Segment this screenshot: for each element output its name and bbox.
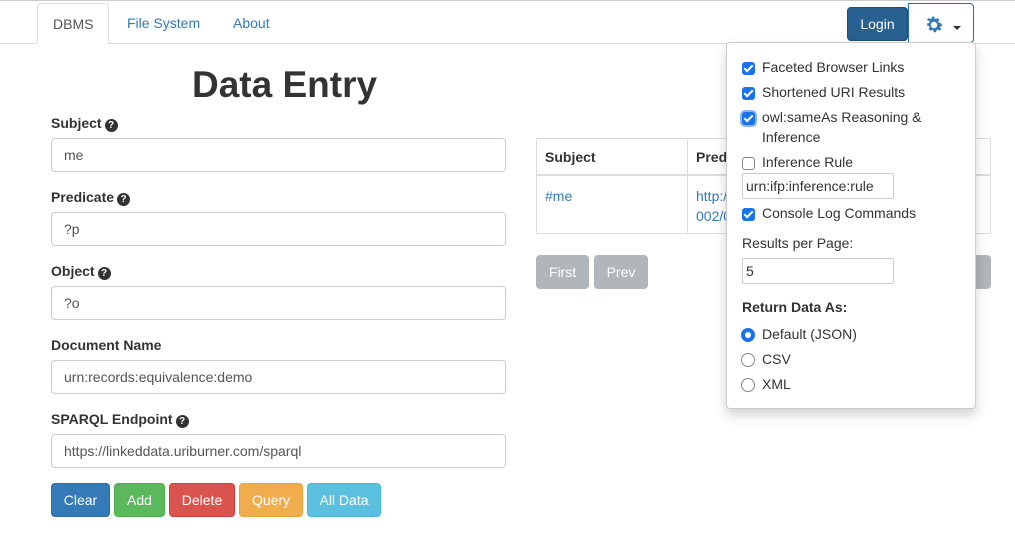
subject-label: Subject? (51, 115, 118, 132)
settings-dropdown-button[interactable] (908, 3, 974, 43)
add-button[interactable]: Add (114, 483, 165, 517)
object-label: Object? (51, 263, 111, 280)
format-xml-label: XML (762, 376, 791, 392)
sameas-label-line-1: owl:sameAs Reasoning & (762, 109, 922, 125)
all-data-button[interactable]: All Data (307, 483, 381, 517)
help-icon[interactable]: ? (104, 119, 118, 132)
sameas-reasoning-checkbox[interactable] (742, 112, 755, 125)
shortened-uri-label: Shortened URI Results (762, 84, 906, 100)
format-csv-radio[interactable] (741, 353, 755, 367)
shortened-uri-checkbox[interactable] (742, 87, 755, 100)
inference-rule-input[interactable]: urn:ifp:inference:rule (742, 173, 894, 199)
return-data-label: Return Data As: (742, 299, 848, 315)
prev-page-button[interactable]: Prev (594, 255, 648, 289)
sparql-endpoint-input[interactable]: https://linkeddata.uriburner.com/sparql (51, 434, 506, 468)
caret-down-icon (953, 26, 961, 30)
document-name-input[interactable]: urn:records:equivalence:demo (51, 360, 506, 394)
predicate-label: Predicate? (51, 189, 131, 206)
format-xml-radio[interactable] (741, 378, 755, 392)
faceted-links-checkbox[interactable] (742, 62, 755, 75)
page-title: Data Entry (192, 64, 378, 105)
inference-rule-checkbox[interactable] (742, 157, 755, 170)
document-name-label: Document Name (51, 337, 162, 353)
sameas-label-line-2: Inference (762, 129, 821, 145)
navbar: DBMS File System About Login (0, 0, 1015, 44)
results-per-page-label: Results per Page: (742, 235, 854, 251)
settings-dropdown-menu: Faceted Browser Links Shortened URI Resu… (726, 42, 976, 409)
table-header-subject: Subject (537, 139, 687, 176)
sparql-endpoint-label: SPARQL Endpoint? (51, 411, 189, 428)
first-page-button[interactable]: First (536, 255, 589, 289)
table-cell-subject[interactable]: #me (537, 178, 580, 214)
tab-file-system[interactable]: File System (112, 3, 215, 44)
object-input[interactable]: ?o (51, 286, 506, 320)
help-icon[interactable]: ? (97, 267, 111, 280)
format-json-label: Default (JSON) (762, 326, 857, 342)
console-log-label: Console Log Commands (762, 205, 917, 221)
delete-button[interactable]: Delete (169, 483, 235, 517)
faceted-links-label: Faceted Browser Links (762, 59, 905, 75)
tab-dbms[interactable]: DBMS (37, 3, 110, 44)
login-button[interactable]: Login (847, 7, 908, 41)
results-per-page-input[interactable]: 5 (742, 258, 894, 284)
console-log-checkbox[interactable] (742, 208, 755, 221)
predicate-input[interactable]: ?p (51, 212, 506, 246)
sameas-reasoning-label: owl:sameAs Reasoning & Inference (762, 107, 922, 147)
clear-button[interactable]: Clear (51, 483, 110, 517)
inference-rule-label: Inference Rule (762, 154, 854, 170)
format-json-radio[interactable] (741, 328, 755, 342)
gear-icon (926, 16, 943, 33)
subject-input[interactable]: me (51, 138, 506, 172)
tab-about[interactable]: About (218, 3, 285, 44)
help-icon[interactable]: ? (117, 193, 131, 206)
help-icon[interactable]: ? (175, 415, 189, 428)
format-csv-label: CSV (762, 351, 791, 367)
query-button[interactable]: Query (239, 483, 303, 517)
